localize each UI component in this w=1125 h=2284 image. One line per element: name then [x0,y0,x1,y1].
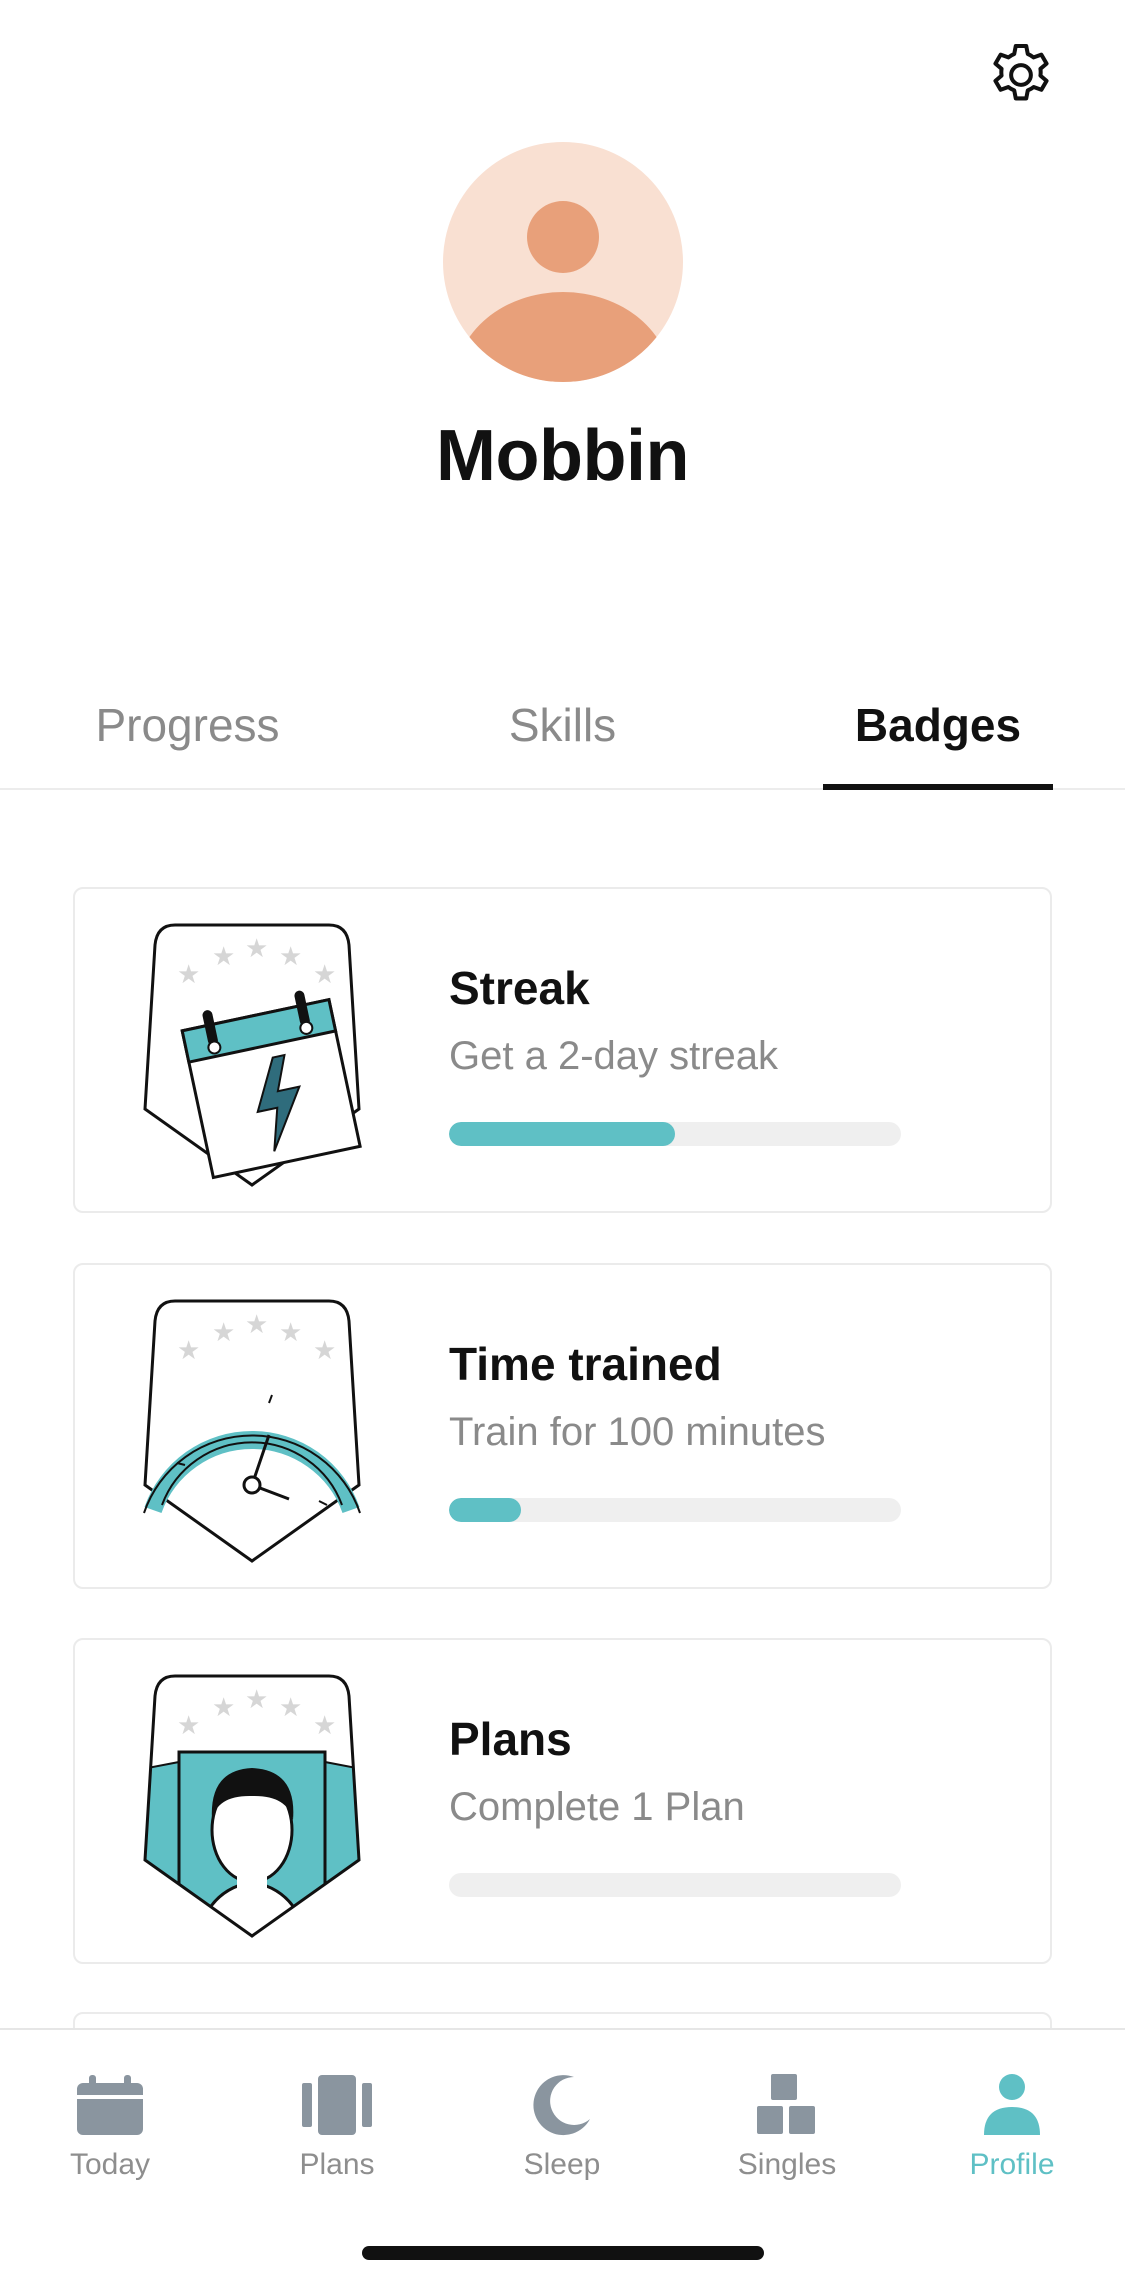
svg-text:★: ★ [212,942,235,972]
badge-title: Plans [449,1713,572,1765]
badge-card-plans[interactable]: ★ ★ ★ ★ ★ Plans Complete 1 Plan [73,1638,1052,1964]
svg-text:★: ★ [279,942,302,972]
calendar-lightning-icon: ★ ★ ★ ★ ★ [143,923,362,1187]
nav-sleep[interactable]: Sleep [472,2070,652,2200]
nav-profile[interactable]: Profile [922,2070,1102,2200]
svg-text:★: ★ [177,1336,200,1366]
tab-progress[interactable]: Progress [60,660,315,790]
badge-description: Train for 100 minutes [449,1410,826,1454]
nav-label: Profile [969,2148,1055,2181]
nav-label: Today [69,2148,151,2181]
nav-label: Singles [737,2148,837,2181]
tab-badges[interactable]: Badges [823,660,1053,790]
badge-title: Time trained [449,1338,722,1390]
nav-label: Plans [299,2148,375,2181]
settings-button[interactable] [980,34,1062,116]
svg-text:★: ★ [177,1711,200,1741]
badge-card-streak[interactable]: ★ ★ ★ ★ ★ Streak Get a 2-day streak [73,887,1052,1213]
nav-singles[interactable]: Singles [697,2070,877,2200]
svg-text:★: ★ [245,1685,268,1715]
svg-text:★: ★ [313,1711,336,1741]
svg-text:★: ★ [212,1318,235,1348]
badge-card-time-trained[interactable]: ★ ★ ★ ★ ★ Time trained Train for 100 min… [73,1263,1052,1589]
calendar-icon [77,2075,143,2135]
avatar[interactable] [443,142,683,382]
nav-label: Sleep [523,2148,601,2181]
plans-icon [302,2075,372,2135]
svg-text:★: ★ [245,1310,268,1340]
bottom-nav: Today Plans Sleep Singles Profile [0,2028,1125,2284]
profile-tabs: Progress Skills Badges [0,660,1125,790]
person-silhouette-icon [455,201,671,382]
person-book-icon: ★ ★ ★ ★ ★ [143,1674,361,1938]
badge-progress-bar [449,1498,901,1522]
svg-text:★: ★ [313,960,336,990]
moon-icon [533,2075,590,2136]
badge-title: Streak [449,962,590,1014]
nav-plans[interactable]: Plans [247,2070,427,2200]
profile-name: Mobbin [436,416,689,496]
gear-icon [993,44,1049,101]
badge-progress-fill [449,1122,675,1146]
clock-icon: ★ ★ ★ ★ ★ [143,1299,361,1563]
badge-progress-bar [449,1122,901,1146]
badge-description: Get a 2-day streak [449,1034,779,1078]
svg-text:★: ★ [279,1693,302,1723]
svg-text:★: ★ [313,1336,336,1366]
svg-text:★: ★ [177,960,200,990]
tab-skills[interactable]: Skills [440,660,685,790]
person-icon [984,2074,1040,2135]
svg-text:★: ★ [245,934,268,964]
active-tab-indicator [823,784,1053,790]
blocks-icon [757,2074,815,2134]
nav-today[interactable]: Today [20,2070,200,2200]
badge-description: Complete 1 Plan [449,1785,745,1829]
home-indicator [362,2246,764,2260]
badge-progress-fill [449,1498,522,1522]
svg-text:★: ★ [279,1318,302,1348]
badge-progress-bar [449,1873,901,1897]
svg-text:★: ★ [212,1693,235,1723]
